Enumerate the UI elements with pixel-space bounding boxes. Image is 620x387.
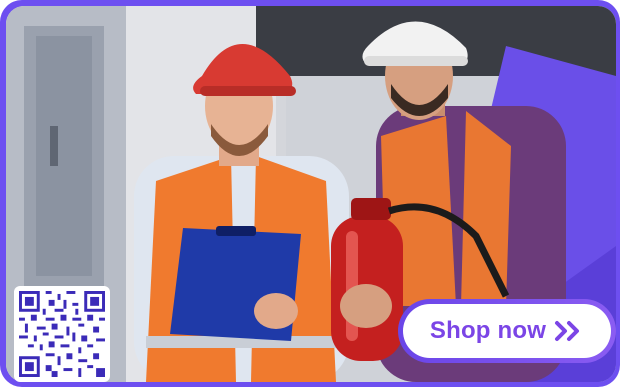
shop-now-label: Shop now (429, 317, 547, 344)
shop-now-button[interactable]: Shop now (398, 299, 616, 363)
ad-banner: Shop now (0, 0, 620, 387)
double-chevron-right-icon (554, 320, 584, 342)
shop-now-button-inner[interactable]: Shop now (403, 304, 611, 358)
qr-code-icon (19, 291, 105, 377)
qr-code[interactable] (14, 286, 110, 382)
